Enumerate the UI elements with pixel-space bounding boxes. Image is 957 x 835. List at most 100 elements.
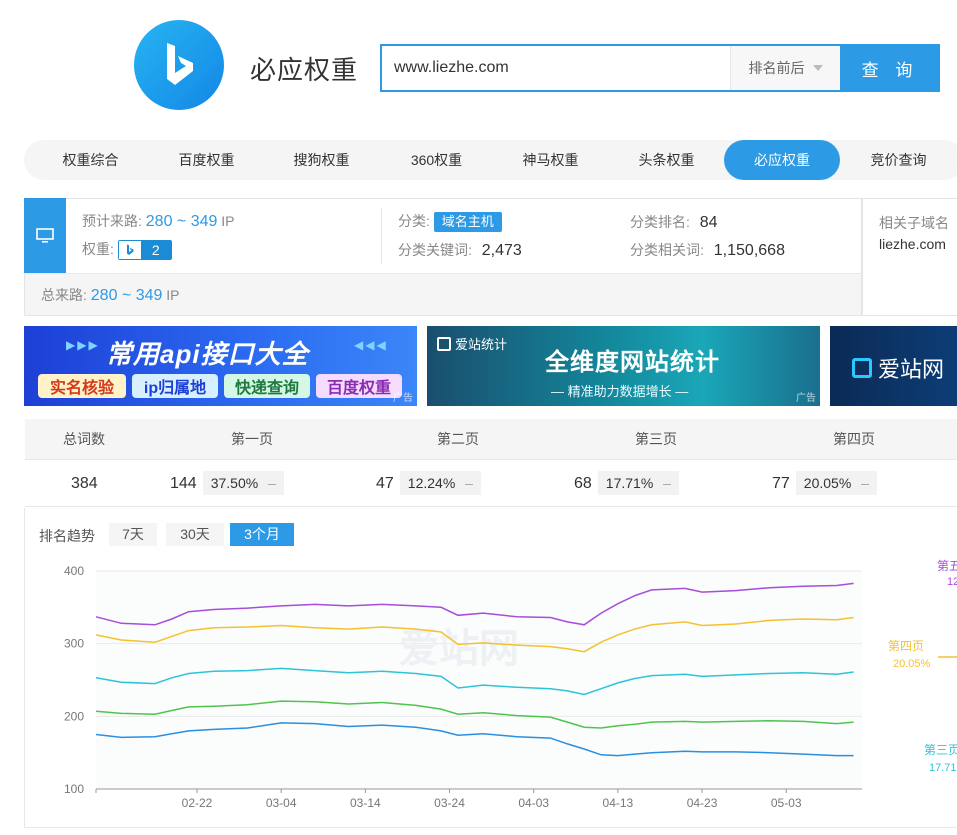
y-tick-label: 300 (64, 637, 84, 651)
stats-page-pct: 37.50% (202, 471, 285, 495)
category-keywords-value: 2,473 (481, 242, 522, 259)
plot-area (96, 571, 862, 789)
weight-badge[interactable]: 2 (117, 240, 172, 261)
tab-bing[interactable]: 必应权重 (724, 140, 840, 180)
related-subdomain-label: 相关子域名 (879, 215, 949, 231)
aizhan-stats-brand-text: 爱站统计 (455, 337, 508, 352)
divider (381, 208, 382, 264)
trend-label: 排名趋势 (39, 528, 95, 544)
stats-page-count[interactable]: 68 (574, 475, 592, 492)
arrow-left-icon: ◀◀◀ (354, 338, 388, 352)
banner-pill: ip归属地 (132, 374, 218, 398)
category-rank: 分类排名: 84 (630, 212, 718, 232)
bing-logo[interactable] (134, 20, 224, 110)
weight-value: 2 (140, 241, 171, 260)
category-label: 分类: (398, 213, 430, 229)
search-input[interactable] (382, 46, 730, 90)
bing-b-icon (126, 244, 134, 256)
category-relevance-value: 1,150,668 (713, 242, 785, 259)
range-30d-button[interactable]: 30天 (166, 523, 224, 546)
tab-baidu[interactable]: 百度权重 (154, 140, 259, 180)
banner-title: 全维度网站统计 (545, 349, 720, 376)
est-traffic: 预计来路: 280 ~ 349 IP (82, 211, 235, 231)
arrow-right-icon: ▶▶▶ (66, 338, 100, 352)
aizhan-logo-icon (852, 358, 872, 378)
stats-header: 总词数 第一页 第二页 第三页 第四页 (25, 419, 957, 459)
series-label-value: 20.05% (893, 658, 931, 670)
stats-banner[interactable]: 爱站统计 全维度网站统计 — 精准助力数据增长 — 广告 (427, 326, 820, 406)
x-tick-label: 04-13 (603, 796, 634, 810)
total-traffic-value[interactable]: 280 ~ 349 (91, 287, 163, 304)
search-bar: 排名前后 查 询 (380, 44, 940, 92)
stats-header-total: 总词数 (63, 431, 105, 447)
total-traffic-row: 总来路: 280 ~ 349 IP (25, 273, 861, 315)
stats-page-pct: 17.71% (597, 471, 680, 495)
series-label-name: 第三页 (924, 743, 957, 757)
stats-header-page2: 第二页 (437, 431, 479, 447)
stats-page-count[interactable]: 77 (772, 475, 790, 492)
stats-page-count[interactable]: 47 (376, 475, 394, 492)
banner-pill: 百度权重 (316, 374, 402, 398)
y-tick-label: 200 (64, 709, 84, 723)
sort-select[interactable]: 排名前后 (730, 46, 840, 90)
range-3m-button[interactable]: 3个月 (230, 523, 294, 546)
ad-tag: 广告 (796, 393, 816, 404)
bing-b-icon (167, 43, 193, 85)
stats-page-pct: 12.24% (399, 471, 482, 495)
stats-row: 384 144 37.50% 47 12.24% 68 17.71% 77 20.05% (25, 459, 957, 507)
est-traffic-value[interactable]: 280 ~ 349 (146, 213, 218, 230)
total-traffic-unit: IP (166, 287, 180, 303)
tab-toutiao[interactable]: 头条权重 (614, 140, 719, 180)
related-subdomain-panel: 相关子域名 liezhe.com (862, 198, 957, 316)
aizhan-logo-icon (437, 336, 451, 351)
y-tick-label: 400 (64, 564, 84, 578)
tab-bidding[interactable]: 竞价查询 (846, 140, 951, 180)
stats-page-pct: 20.05% (795, 471, 878, 495)
stats-total-value[interactable]: 384 (71, 460, 98, 508)
ranking-trend-chart: 100 200 300 400 02-22 03-04 03-14 03-24 04-03 04-… (64, 559, 957, 810)
related-subdomain-link[interactable]: liezhe.com (879, 236, 946, 252)
stats-header-page3: 第三页 (635, 431, 677, 447)
sort-select-label: 排名前后 (748, 60, 805, 76)
aizhan-banner[interactable]: 爱站网 (830, 326, 957, 406)
series-label-name: 第四页 (888, 639, 924, 653)
series-label-value: 12. (947, 576, 957, 588)
banner-title: 常用api接口大全 (106, 339, 309, 369)
tab-shenma[interactable]: 神马权重 (498, 140, 603, 180)
est-traffic-unit: IP (221, 213, 235, 229)
query-button[interactable]: 查 询 (840, 44, 940, 92)
api-banner[interactable]: ▶▶▶ 常用api接口大全 ◀◀◀ 实名核验 ip归属地 快递查询 百度权重 广… (24, 326, 417, 406)
tab-sogou[interactable]: 搜狗权重 (269, 140, 374, 180)
stats-page-count[interactable]: 144 (170, 475, 197, 492)
category-rank-value: 84 (699, 214, 718, 231)
stats-page3: 68 17.71% (574, 460, 680, 508)
x-tick-label: 04-23 (687, 796, 718, 810)
chart-watermark: 爱站网 (399, 626, 519, 672)
x-tick-label: 03-24 (434, 796, 465, 810)
category-badge[interactable]: 域名主机 (433, 212, 502, 232)
banner-pill: 实名核验 (38, 374, 126, 398)
total-traffic-label: 总来路: (41, 287, 87, 303)
page-title: 必应权重 (250, 55, 359, 85)
range-7d-button[interactable]: 7天 (109, 523, 157, 546)
banner-pill: 快递查询 (224, 374, 310, 398)
stats-page1: 144 37.50% (170, 460, 285, 508)
stats-page4: 77 20.05% (772, 460, 878, 508)
series-label-name: 第五页 (937, 559, 957, 573)
x-tick-label: 03-14 (350, 796, 381, 810)
aizhan-brand: 爱站网 (852, 352, 944, 384)
category-row: 分类: 域名主机 (398, 211, 502, 232)
category-relevance: 分类相关词: 1,150,668 (630, 240, 785, 260)
series-label-value: 17.71 (929, 762, 957, 774)
caret-down-icon (812, 65, 823, 71)
category-rank-label: 分类排名: (630, 214, 690, 230)
tab-overall[interactable]: 权重综合 (38, 140, 143, 180)
est-traffic-label: 预计来路: (82, 213, 142, 229)
tab-360[interactable]: 360权重 (384, 140, 489, 180)
stats-header-page1: 第一页 (231, 431, 273, 447)
x-tick-label: 05-03 (771, 796, 802, 810)
monitor-icon (36, 227, 54, 243)
x-tick-label: 02-22 (182, 796, 213, 810)
stats-page2: 47 12.24% (376, 460, 482, 508)
category-relevance-label: 分类相关词: (630, 242, 704, 258)
